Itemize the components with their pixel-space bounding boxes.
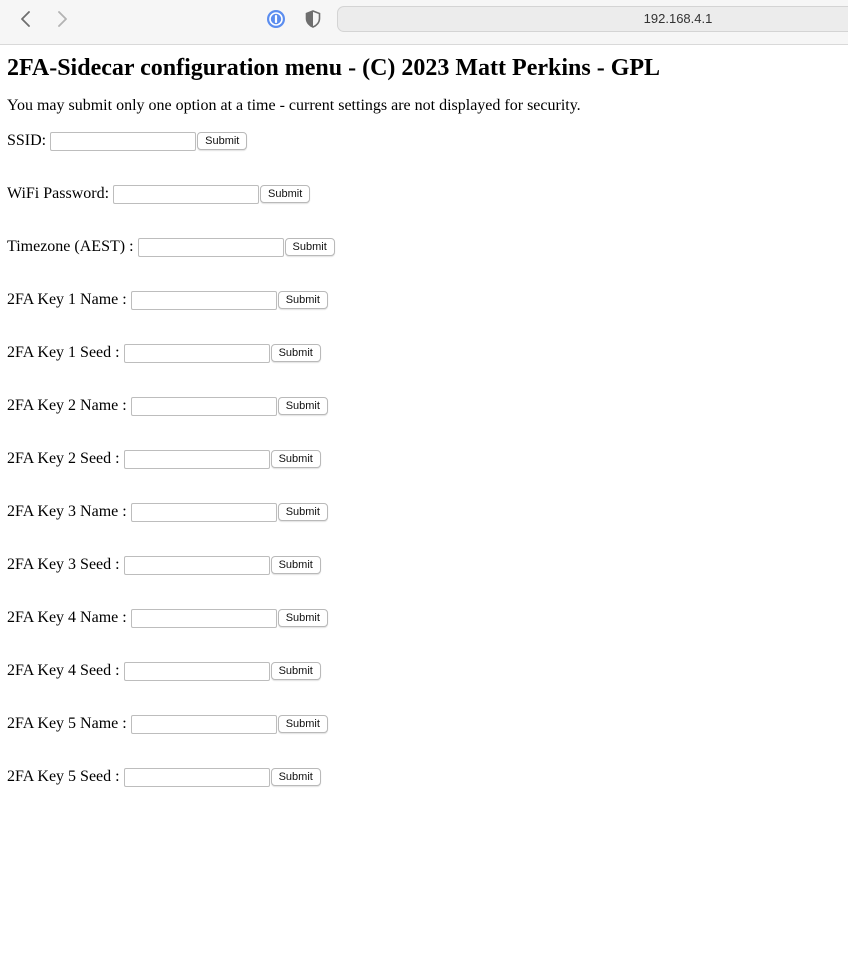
2fa-key-5-seed-label: 2FA Key 5 Seed : (7, 768, 120, 785)
2fa-key-3-name-input[interactable] (130, 502, 277, 522)
2fa-key-3-name-submit-button[interactable]: Submit (277, 503, 328, 521)
2fa-key-2-name-submit-button[interactable]: Submit (277, 397, 328, 415)
shield-icon[interactable] (303, 0, 323, 38)
2fa-key-4-seed-submit-button[interactable]: Submit (270, 662, 321, 680)
chevron-left-icon[interactable] (16, 0, 36, 38)
ssid-label: SSID: (7, 132, 47, 149)
config-form: SSID: Submit WiFi Password: Submit Timezone … (7, 131, 841, 787)
2fa-key-3-name-label: 2FA Key 3 Name : (7, 503, 127, 520)
security-note: You may submit only one option at a time… (7, 97, 581, 114)
form-row-2fa-key-2-seed: 2FA Key 2 Seed : Submit (7, 449, 841, 469)
url-text: 192.168.4.1 (643, 11, 713, 26)
form-row-2fa-key-1-name: 2FA Key 1 Name : Submit (7, 290, 841, 310)
form-row-wifi-password: WiFi Password: Submit (7, 184, 841, 204)
form-row-timezone-aest: Timezone (AEST) : Submit (7, 237, 841, 257)
2fa-key-5-name-label: 2FA Key 5 Name : (7, 715, 127, 732)
2fa-key-5-seed-input[interactable] (123, 767, 270, 787)
form-row-2fa-key-1-seed: 2FA Key 1 Seed : Submit (7, 343, 841, 363)
wifi-password-submit-button[interactable]: Submit (260, 185, 311, 203)
page-title: 2FA-Sidecar configuration menu - (C) 202… (7, 55, 661, 81)
2fa-key-1-seed-submit-button[interactable]: Submit (270, 344, 321, 362)
ssid-input[interactable] (50, 131, 197, 151)
page-content: 2FA-Sidecar configuration menu - (C) 202… (0, 54, 848, 787)
2fa-key-1-name-submit-button[interactable]: Submit (277, 291, 328, 309)
form-row-2fa-key-2-name: 2FA Key 2 Name : Submit (7, 396, 841, 416)
2fa-key-4-name-input[interactable] (130, 608, 277, 628)
2fa-key-2-name-label: 2FA Key 2 Name : (7, 397, 127, 414)
address-bar[interactable]: 192.168.4.1 (337, 6, 848, 32)
2fa-key-1-seed-input[interactable] (123, 343, 270, 363)
wifi-password-input[interactable] (113, 184, 260, 204)
ssid-submit-button[interactable]: Submit (197, 132, 248, 150)
password-manager-icon[interactable] (265, 0, 287, 38)
form-row-2fa-key-5-seed: 2FA Key 5 Seed : Submit (7, 767, 841, 787)
2fa-key-2-seed-input[interactable] (123, 449, 270, 469)
2fa-key-5-name-input[interactable] (130, 714, 277, 734)
2fa-key-1-name-input[interactable] (130, 290, 277, 310)
chevron-right-icon[interactable] (52, 0, 72, 38)
form-row-2fa-key-4-name: 2FA Key 4 Name : Submit (7, 608, 841, 628)
2fa-key-2-name-input[interactable] (130, 396, 277, 416)
form-row-2fa-key-3-seed: 2FA Key 3 Seed : Submit (7, 555, 841, 575)
wifi-password-label: WiFi Password: (7, 185, 110, 202)
2fa-key-3-seed-input[interactable] (123, 555, 270, 575)
2fa-key-2-seed-label: 2FA Key 2 Seed : (7, 450, 120, 467)
form-row-2fa-key-4-seed: 2FA Key 4 Seed : Submit (7, 661, 841, 681)
2fa-key-2-seed-submit-button[interactable]: Submit (270, 450, 321, 468)
form-row-2fa-key-5-name: 2FA Key 5 Name : Submit (7, 714, 841, 734)
2fa-key-4-seed-label: 2FA Key 4 Seed : (7, 662, 120, 679)
2fa-key-1-seed-label: 2FA Key 1 Seed : (7, 344, 120, 361)
timezone-aest-label: Timezone (AEST) : (7, 238, 134, 255)
2fa-key-5-seed-submit-button[interactable]: Submit (270, 768, 321, 786)
2fa-key-4-name-label: 2FA Key 4 Name : (7, 609, 127, 626)
2fa-key-4-name-submit-button[interactable]: Submit (277, 609, 328, 627)
form-row-ssid: SSID: Submit (7, 131, 841, 151)
2fa-key-3-seed-submit-button[interactable]: Submit (270, 556, 321, 574)
2fa-key-1-name-label: 2FA Key 1 Name : (7, 291, 127, 308)
timezone-aest-submit-button[interactable]: Submit (284, 238, 335, 256)
2fa-key-5-name-submit-button[interactable]: Submit (277, 715, 328, 733)
timezone-aest-input[interactable] (137, 237, 284, 257)
2fa-key-4-seed-input[interactable] (123, 661, 270, 681)
2fa-key-3-seed-label: 2FA Key 3 Seed : (7, 556, 120, 573)
browser-toolbar: 192.168.4.1 (0, 0, 848, 45)
form-row-2fa-key-3-name: 2FA Key 3 Name : Submit (7, 502, 841, 522)
